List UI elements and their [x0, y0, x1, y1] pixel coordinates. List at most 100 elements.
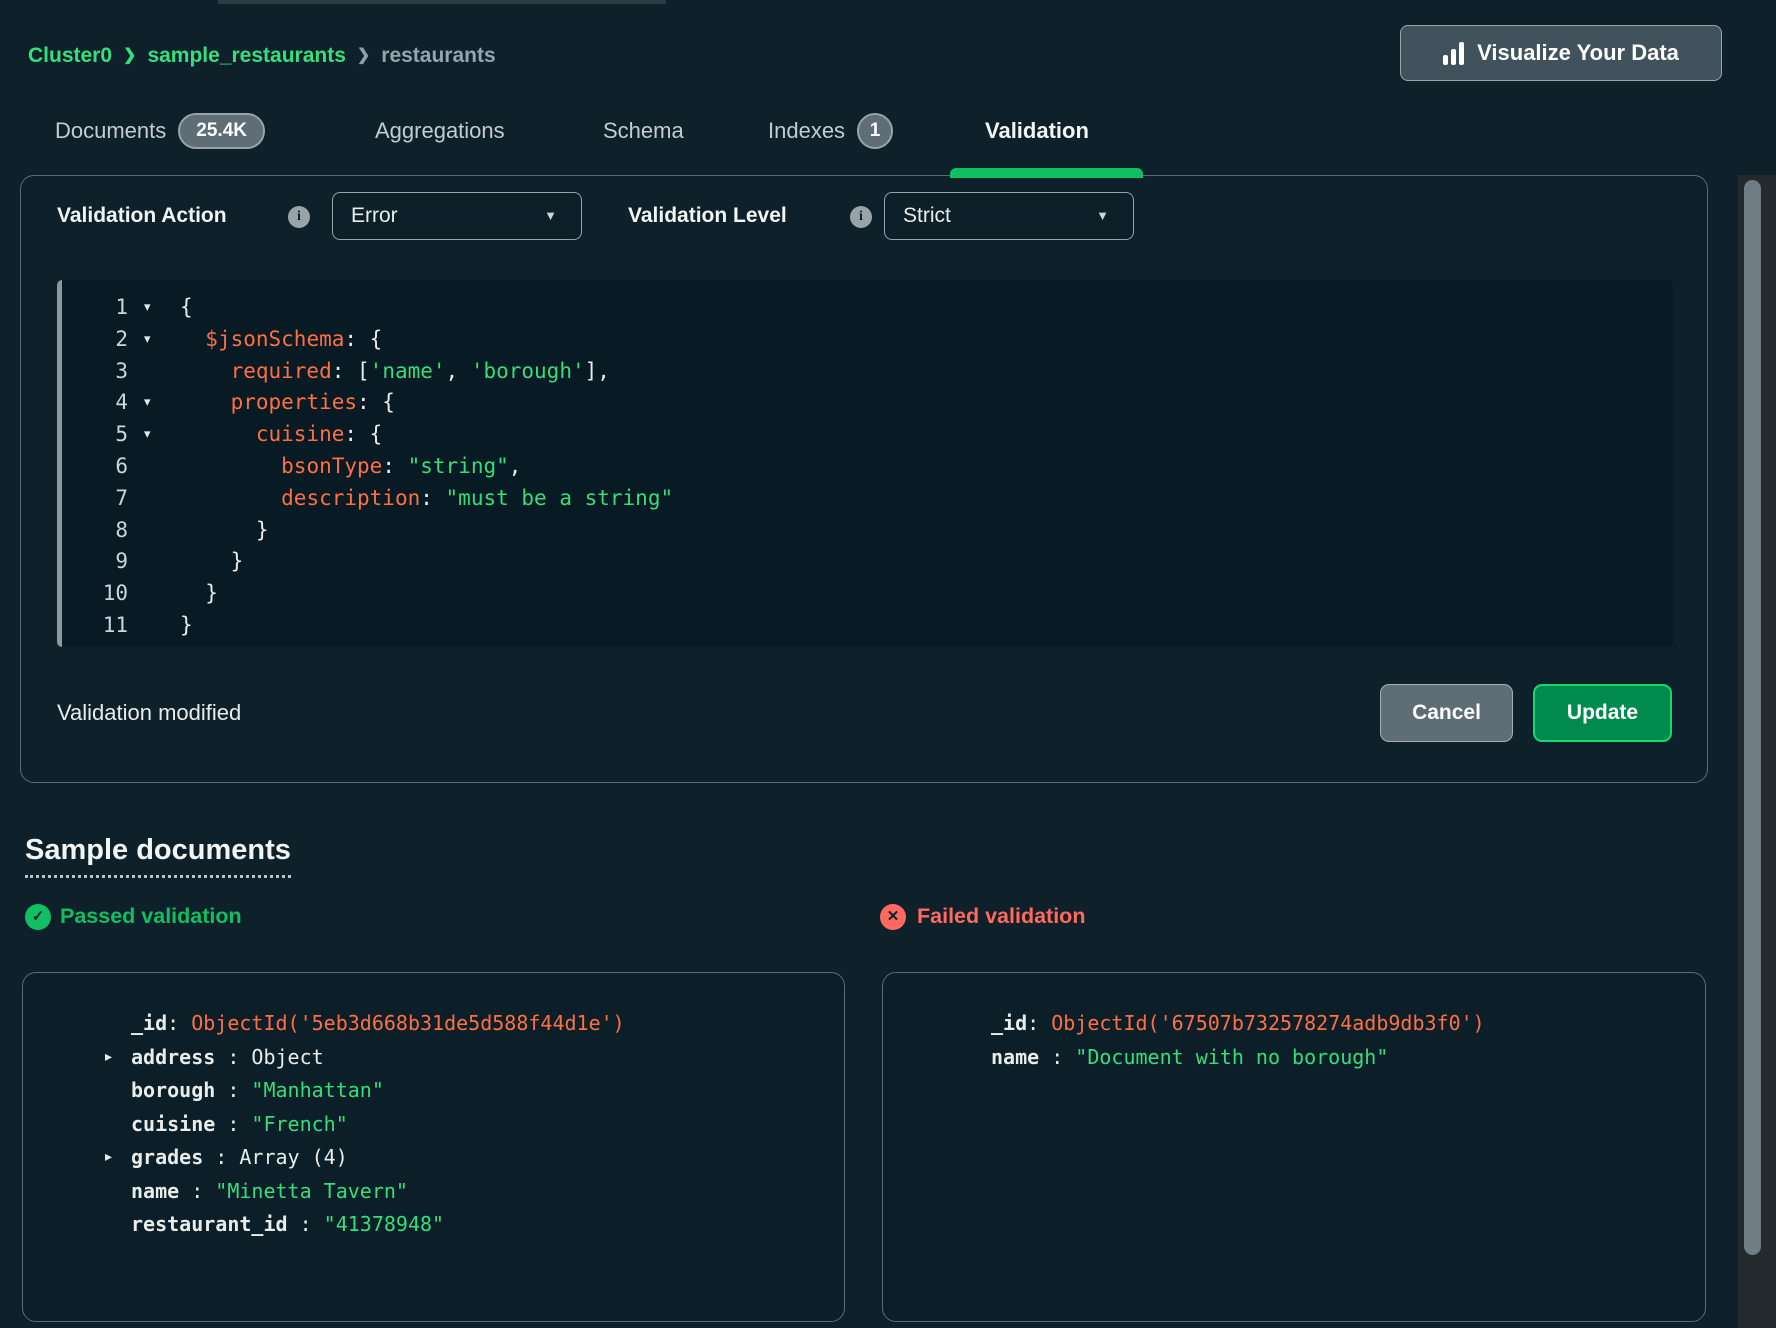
code-text: }: [180, 546, 243, 578]
fold-caret-icon[interactable]: ▾: [144, 324, 151, 356]
fold-cell: [128, 546, 180, 578]
field-separator: :: [215, 1045, 251, 1069]
field-separator: :: [167, 1011, 191, 1035]
code-text: description: "must be a string": [180, 483, 673, 515]
field-value: ObjectId('67507b732578274adb9db3f0'): [1051, 1011, 1484, 1035]
fold-caret-icon[interactable]: ▾: [144, 292, 151, 324]
fold-cell: ▾: [128, 292, 180, 324]
passed-validation-label: Passed validation: [60, 901, 242, 931]
fold-cell: [128, 356, 180, 388]
line-number: 4: [62, 387, 128, 419]
fold-cell: [128, 610, 180, 642]
code-text: required: ['name', 'borough'],: [180, 356, 610, 388]
code-line: 4▾ properties: {: [62, 387, 1669, 419]
tab-schema-label: Schema: [603, 118, 684, 144]
cancel-button[interactable]: Cancel: [1380, 684, 1513, 742]
x-circle-icon: ✕: [880, 904, 906, 930]
document-field-row: restaurant_id : "41378948": [131, 1208, 844, 1242]
breadcrumb-collection: restaurants: [381, 38, 495, 74]
document-field-row: name : "Document with no borough": [991, 1041, 1705, 1075]
fold-caret-icon[interactable]: ▾: [144, 419, 151, 451]
chevron-down-icon: ▼: [1096, 193, 1109, 239]
code-line: 10 }: [62, 578, 1669, 610]
tab-validation[interactable]: Validation: [985, 108, 1089, 154]
field-value: "41378948": [324, 1212, 444, 1236]
field-key: _id: [991, 1011, 1027, 1035]
field-key: _id: [131, 1011, 167, 1035]
field-separator: :: [1027, 1011, 1051, 1035]
line-number: 1: [62, 292, 128, 324]
tab-indexes-label: Indexes: [768, 118, 845, 144]
validation-level-label: Validation Level: [628, 192, 787, 240]
field-key: name: [131, 1179, 179, 1203]
field-key: cuisine: [131, 1112, 215, 1136]
line-number: 9: [62, 546, 128, 578]
fold-cell: [128, 451, 180, 483]
field-value: ObjectId('5eb3d668b31de5d588f44d1e'): [191, 1011, 624, 1035]
code-text: cuisine: {: [180, 419, 382, 451]
fold-cell: [128, 515, 180, 547]
line-number: 7: [62, 483, 128, 515]
failed-document-panel: _id: ObjectId('67507b732578274adb9db3f0'…: [882, 972, 1706, 1322]
field-separator: :: [1039, 1045, 1075, 1069]
code-line: 1▾{: [62, 292, 1669, 324]
field-key: name: [991, 1045, 1039, 1069]
code-text: }: [180, 610, 193, 642]
field-key: grades: [131, 1145, 203, 1169]
validation-action-select[interactable]: Error ▼: [332, 192, 582, 240]
tab-documents[interactable]: Documents 25.4K: [55, 108, 265, 154]
chevron-right-icon: ❯: [357, 38, 370, 74]
field-value: "Minetta Tavern": [215, 1179, 408, 1203]
code-text: $jsonSchema: {: [180, 324, 382, 356]
validation-level-select[interactable]: Strict ▼: [884, 192, 1134, 240]
field-key: address: [131, 1045, 215, 1069]
collection-tabs: Documents 25.4K Aggregations Schema Inde…: [0, 108, 1776, 154]
code-text: }: [180, 515, 269, 547]
validation-action-label: Validation Action: [57, 192, 227, 240]
breadcrumb-cluster[interactable]: Cluster0: [28, 38, 112, 74]
document-field-row: cuisine : "French": [131, 1108, 844, 1142]
vertical-scrollbar-track[interactable]: [1738, 175, 1776, 1328]
tab-schema[interactable]: Schema: [603, 108, 684, 154]
field-separator: :: [288, 1212, 324, 1236]
document-field-row: ▸address : Object: [131, 1041, 844, 1075]
info-icon[interactable]: i: [850, 206, 872, 228]
field-key: borough: [131, 1078, 215, 1102]
documents-count-badge: 25.4K: [178, 113, 265, 149]
fold-caret-icon[interactable]: ▾: [144, 387, 151, 419]
fold-cell: [128, 578, 180, 610]
info-icon[interactable]: i: [288, 206, 310, 228]
tab-documents-label: Documents: [55, 118, 166, 144]
field-separator: :: [203, 1145, 239, 1169]
indexes-count-badge: 1: [857, 113, 893, 149]
vertical-scrollbar-thumb[interactable]: [1744, 180, 1761, 1255]
active-tab-indicator: [950, 168, 1143, 178]
bar-chart-icon: [1443, 42, 1464, 65]
chevron-down-icon: ▼: [544, 193, 557, 239]
chevron-right-icon: ❯: [123, 38, 136, 74]
sample-documents-title[interactable]: Sample documents: [25, 834, 291, 878]
passed-document-panel: _id: ObjectId('5eb3d668b31de5d588f44d1e'…: [22, 972, 845, 1322]
validation-modified-status: Validation modified: [57, 689, 241, 737]
code-line: 3 required: ['name', 'borough'],: [62, 356, 1669, 388]
fold-cell: ▾: [128, 419, 180, 451]
expand-caret-icon[interactable]: ▸: [105, 1041, 112, 1075]
line-number: 10: [62, 578, 128, 610]
expand-caret-icon[interactable]: ▸: [105, 1141, 112, 1175]
visualize-your-data-button[interactable]: Visualize Your Data: [1400, 25, 1722, 81]
line-number: 5: [62, 419, 128, 451]
field-key: restaurant_id: [131, 1212, 288, 1236]
document-field-row: ▸grades : Array (4): [131, 1141, 844, 1175]
breadcrumb: Cluster0 ❯ sample_restaurants ❯ restaura…: [28, 38, 496, 74]
code-line: 11}: [62, 610, 1669, 642]
update-button[interactable]: Update: [1533, 684, 1672, 742]
breadcrumb-database[interactable]: sample_restaurants: [147, 38, 345, 74]
code-line: 9 }: [62, 546, 1669, 578]
code-line: 2▾ $jsonSchema: {: [62, 324, 1669, 356]
tab-indexes[interactable]: Indexes 1: [768, 108, 893, 154]
document-field-row: borough : "Manhattan": [131, 1074, 844, 1108]
tab-aggregations[interactable]: Aggregations: [375, 108, 505, 154]
failed-document-rows: _id: ObjectId('67507b732578274adb9db3f0'…: [883, 973, 1705, 1074]
code-text: }: [180, 578, 218, 610]
validation-rule-editor[interactable]: 1▾{2▾ $jsonSchema: {3 required: ['name',…: [57, 280, 1673, 647]
